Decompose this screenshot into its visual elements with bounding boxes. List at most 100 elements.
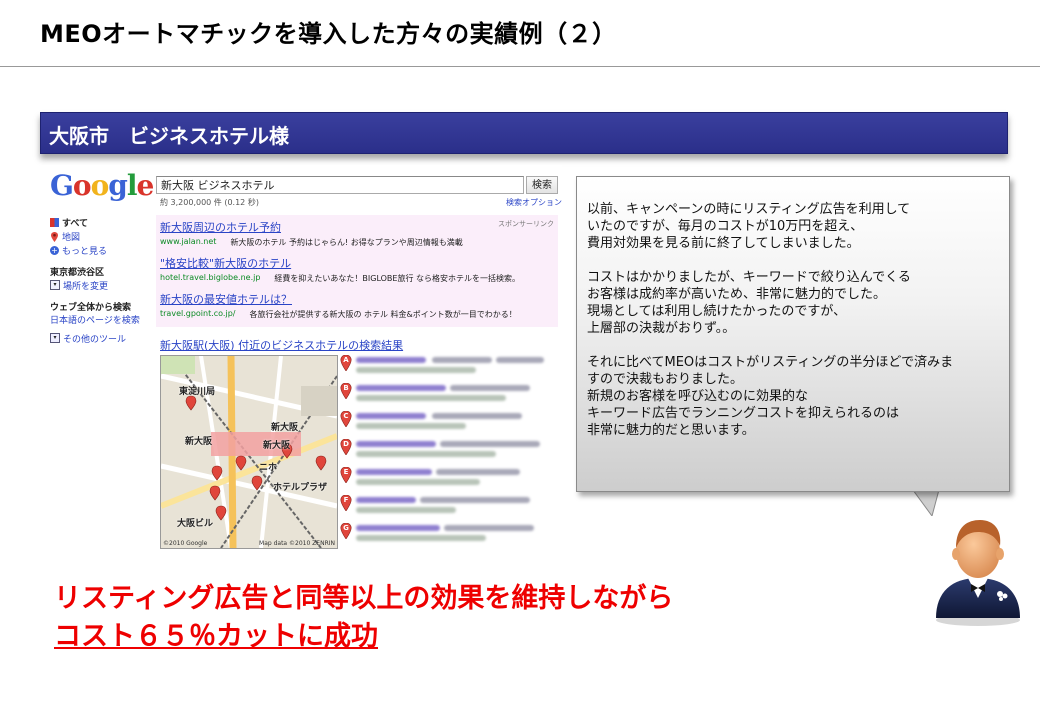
blurred-result-text [356, 423, 466, 429]
pin-letter: D [343, 440, 349, 448]
result-count: 約 3,200,000 件 (0.12 秒) [160, 198, 259, 207]
text-line: 上層部の決裁がおりず。。 [587, 321, 736, 336]
grid-icon [50, 217, 59, 227]
headline-line-2: コスト６５％カットに成功 [54, 621, 378, 652]
blurred-result-text [356, 395, 506, 401]
local-result[interactable]: A [340, 355, 558, 377]
ad-url: www.jalan.net [160, 237, 217, 246]
text-line: それに比べてMEOはコストがリスティングの半分ほどで済みま [587, 355, 954, 370]
local-map[interactable]: 東淀川局 新大阪 新大阪 新大阪 大阪ビル ニホ ホテルプラザ ©2010 Go… [160, 355, 338, 549]
text-line: 費用対効果を見る前に終了してしまいました。 [587, 236, 860, 251]
map-label: ニホ [259, 463, 278, 473]
other-tools-label: その他のツール [63, 334, 127, 345]
pin-letter: E [343, 468, 349, 476]
search-options-link[interactable]: 検索オプション [506, 197, 562, 208]
ad-result[interactable]: 新大阪周辺のホテル予約 www.jalan.net 新大阪のホテル 予約はじゃら… [160, 219, 554, 248]
blurred-result-text [420, 497, 530, 503]
location-heading: 東京都渋谷区 [50, 268, 105, 278]
local-results-heading[interactable]: 新大阪駅(大阪) 付近のビジネスホテルの検索結果 [160, 337, 403, 353]
ad-title[interactable]: 新大阪周辺のホテル予約 [160, 219, 554, 235]
chevron-down-icon: ▾ [50, 333, 60, 343]
map-label: 新大阪 [263, 441, 291, 451]
ad-description: 各旅行会社が提供する新大阪の ホテル 料金&ポイント数が一目でわかる！ [249, 310, 517, 319]
change-location-link[interactable]: ▾ 場所を変更 [50, 278, 150, 292]
map-pin-icon [50, 231, 59, 242]
nav-maps-label: 地図 [62, 232, 81, 243]
logo-letter: o [90, 169, 110, 202]
nav-item-everything[interactable]: すべて [50, 215, 150, 229]
text-line: お客様は成約率が高いため、非常に魅力的でした。 [587, 287, 887, 302]
google-logo: Google [50, 169, 155, 202]
logo-letter: o [72, 169, 92, 202]
web-heading: ウェブ全体から検索 [50, 303, 132, 313]
pin-letter: A [343, 356, 349, 364]
text-line: 非常に魅力的だと思います。 [587, 423, 755, 438]
local-result[interactable]: F [340, 495, 558, 517]
text-line: 以前、キャンペーンの時にリスティング広告を利用して [587, 202, 911, 217]
map-data-credit: Map data ©2010 ZENRIN [259, 540, 335, 547]
testimonial-paragraph: それに比べてMEOはコストがリスティングの半分ほどで済みま すので決裁もおりまし… [587, 354, 999, 439]
map-label: 大阪ビル [177, 519, 214, 529]
local-result[interactable]: D [340, 439, 558, 461]
nav-item-maps[interactable]: 地図 [50, 229, 150, 243]
ad-description: 新大阪のホテル 予約はじゃらん! お得なプランや周辺情報も満載 [230, 238, 463, 247]
bubble-box: 以前、キャンペーンの時にリスティング広告を利用して いたのですが、毎月のコストが… [576, 176, 1010, 492]
text-line: キーワード広告でランニングコストを抑えられるのは [587, 406, 900, 421]
local-result[interactable]: B [340, 383, 558, 405]
blurred-result-text [356, 367, 476, 373]
ad-title[interactable]: "格安比較"新大阪のホテル [160, 255, 554, 271]
blurred-result-text [444, 525, 534, 531]
pin-letter: F [343, 496, 349, 504]
testimonial-bubble: 以前、キャンペーンの時にリスティング広告を利用して いたのですが、毎月のコストが… [576, 176, 1012, 516]
text-line: 新規のお客様を呼び込むのに効果的な [587, 389, 809, 404]
blurred-result-text [356, 357, 426, 363]
map-copyright: ©2010 Google [163, 540, 208, 547]
ad-result[interactable]: "格安比較"新大阪のホテル hotel.travel.biglobe.ne.jp… [160, 255, 554, 284]
headline-line-1: リスティング広告と同等以上の効果を維持しながら [54, 583, 674, 614]
chevron-down-icon: ▾ [50, 280, 60, 290]
map-label: 新大阪 [185, 437, 213, 447]
blurred-result-text [356, 525, 440, 531]
ad-result[interactable]: 新大阪の最安値ホテルは？ travel.gpoint.co.jp/ 各旅行会社が… [160, 291, 554, 320]
plus-icon: + [50, 245, 59, 255]
ad-url: travel.gpoint.co.jp/ [160, 309, 236, 318]
blurred-result-text [356, 451, 496, 457]
logo-letter: G [50, 169, 74, 202]
blurred-result-text [356, 535, 486, 541]
blurred-result-text [356, 479, 480, 485]
client-banner: 大阪市 ビジネスホテル様 [40, 112, 1008, 154]
blurred-result-text [496, 357, 544, 363]
logo-letter: g [108, 169, 128, 202]
search-input[interactable]: 新大阪 ビジネスホテル [156, 176, 524, 194]
blurred-result-text [356, 385, 446, 391]
local-result[interactable]: G [340, 523, 558, 545]
blurred-result-text [432, 357, 492, 363]
other-tools-link[interactable]: ▾ その他のツール [50, 331, 150, 345]
banner-text: 大阪市 ビジネスホテル様 [49, 124, 289, 148]
map-label: 東淀川局 [179, 387, 216, 397]
blurred-result-text [356, 469, 432, 475]
blurred-result-text [432, 413, 522, 419]
pin-letter: C [343, 412, 349, 420]
blurred-result-text [450, 385, 530, 391]
local-result[interactable]: C [340, 411, 558, 433]
nav-item-more[interactable]: + もっと見る [50, 243, 150, 257]
sponsored-ads: スポンサーリンク 新大阪周辺のホテル予約 www.jalan.net 新大阪のホ… [156, 215, 558, 327]
search-button[interactable]: 検索 [526, 176, 558, 194]
hotel-staff-avatar-icon [936, 520, 1020, 626]
local-results-list: A B C D E F G [340, 355, 558, 547]
local-result[interactable]: E [340, 467, 558, 489]
logo-letter: e [136, 169, 155, 202]
blurred-result-text [356, 441, 436, 447]
map-label: 新大阪 [271, 423, 299, 433]
title-divider [0, 66, 1040, 67]
testimonial-paragraph: コストはかかりましたが、キーワードで絞り込んでくる お客様は成約率が高いため、非… [587, 269, 999, 337]
ad-details: travel.gpoint.co.jp/ 各旅行会社が提供する新大阪の ホテル … [160, 309, 554, 320]
blurred-result-text [440, 441, 540, 447]
left-nav: すべて 地図 + もっと見る 東京都渋谷区 ▾ 場所を変更 ウェブ全体から検索 … [50, 215, 150, 345]
ad-title[interactable]: 新大阪の最安値ホテルは？ [160, 291, 554, 307]
japanese-pages-link[interactable]: 日本語のページを検索 [50, 313, 150, 327]
blurred-result-text [356, 413, 426, 419]
ad-description: 経費を抑えたいあなた！BIGLOBE旅行 なら格安ホテルを一括検索。 [274, 274, 521, 283]
change-location-label: 場所を変更 [63, 281, 109, 292]
